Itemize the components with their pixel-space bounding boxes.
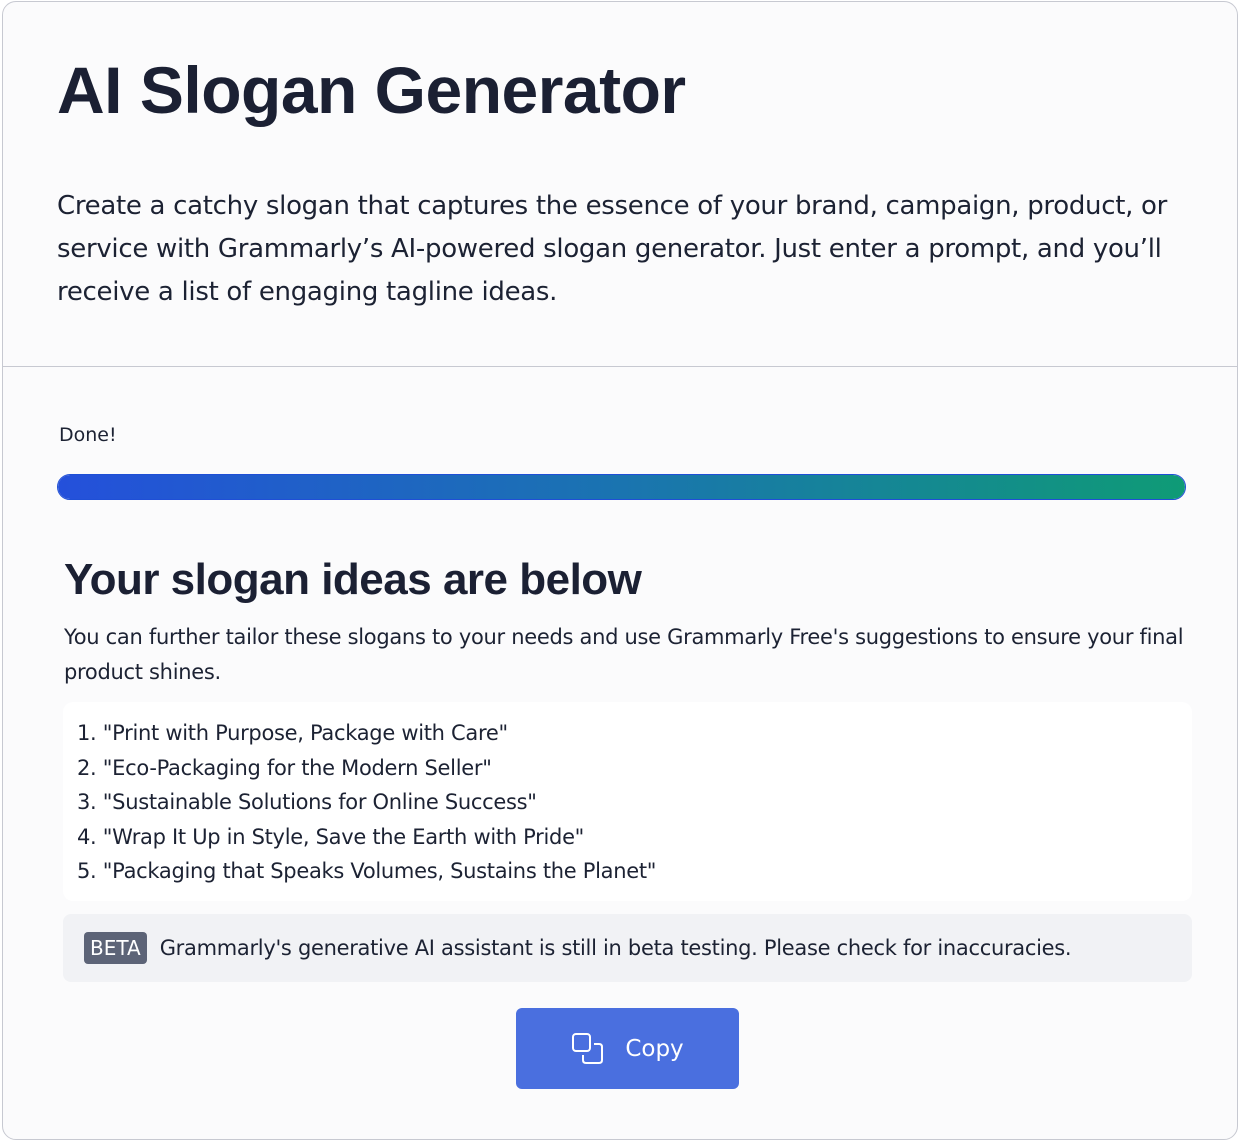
status-text: Done!: [59, 424, 117, 446]
beta-notice-text: Grammarly's generative AI assistant is s…: [159, 936, 1072, 960]
header-section: AI Slogan Generator Create a catchy slog…: [3, 2, 1237, 367]
slogan-item: 4. "Wrap It Up in Style, Save the Earth …: [77, 824, 585, 849]
slogan-generator-card: AI Slogan Generator Create a catchy slog…: [2, 1, 1238, 1140]
results-title: Your slogan ideas are below: [64, 555, 642, 604]
copy-icon: [571, 1032, 605, 1066]
beta-notice: BETA Grammarly's generative AI assistant…: [63, 914, 1192, 982]
beta-badge: BETA: [84, 932, 147, 964]
progress-fill: [58, 475, 1185, 499]
copy-button[interactable]: Copy: [516, 1008, 739, 1089]
intro-text: Create a catchy slogan that captures the…: [57, 191, 1168, 307]
slogan-item: 5. "Packaging that Speaks Volumes, Susta…: [77, 859, 657, 883]
copy-button-label: Copy: [625, 1035, 684, 1062]
slogan-item: 3. "Sustainable Solutions for Online Suc…: [77, 790, 537, 814]
results-description: You can further tailor these slogans to …: [64, 625, 1184, 684]
slogan-list-box[interactable]: 1. "Print with Purpose, Package with Car…: [63, 702, 1192, 901]
slogan-item: 2. "Eco-Packaging for the Modern Seller": [77, 755, 492, 780]
progress-bar: [57, 474, 1186, 500]
slogan-item: 1. "Print with Purpose, Package with Car…: [77, 721, 508, 745]
slogan-list: 1. "Print with Purpose, Package with Car…: [77, 716, 1178, 889]
page-title: AI Slogan Generator: [57, 53, 686, 127]
